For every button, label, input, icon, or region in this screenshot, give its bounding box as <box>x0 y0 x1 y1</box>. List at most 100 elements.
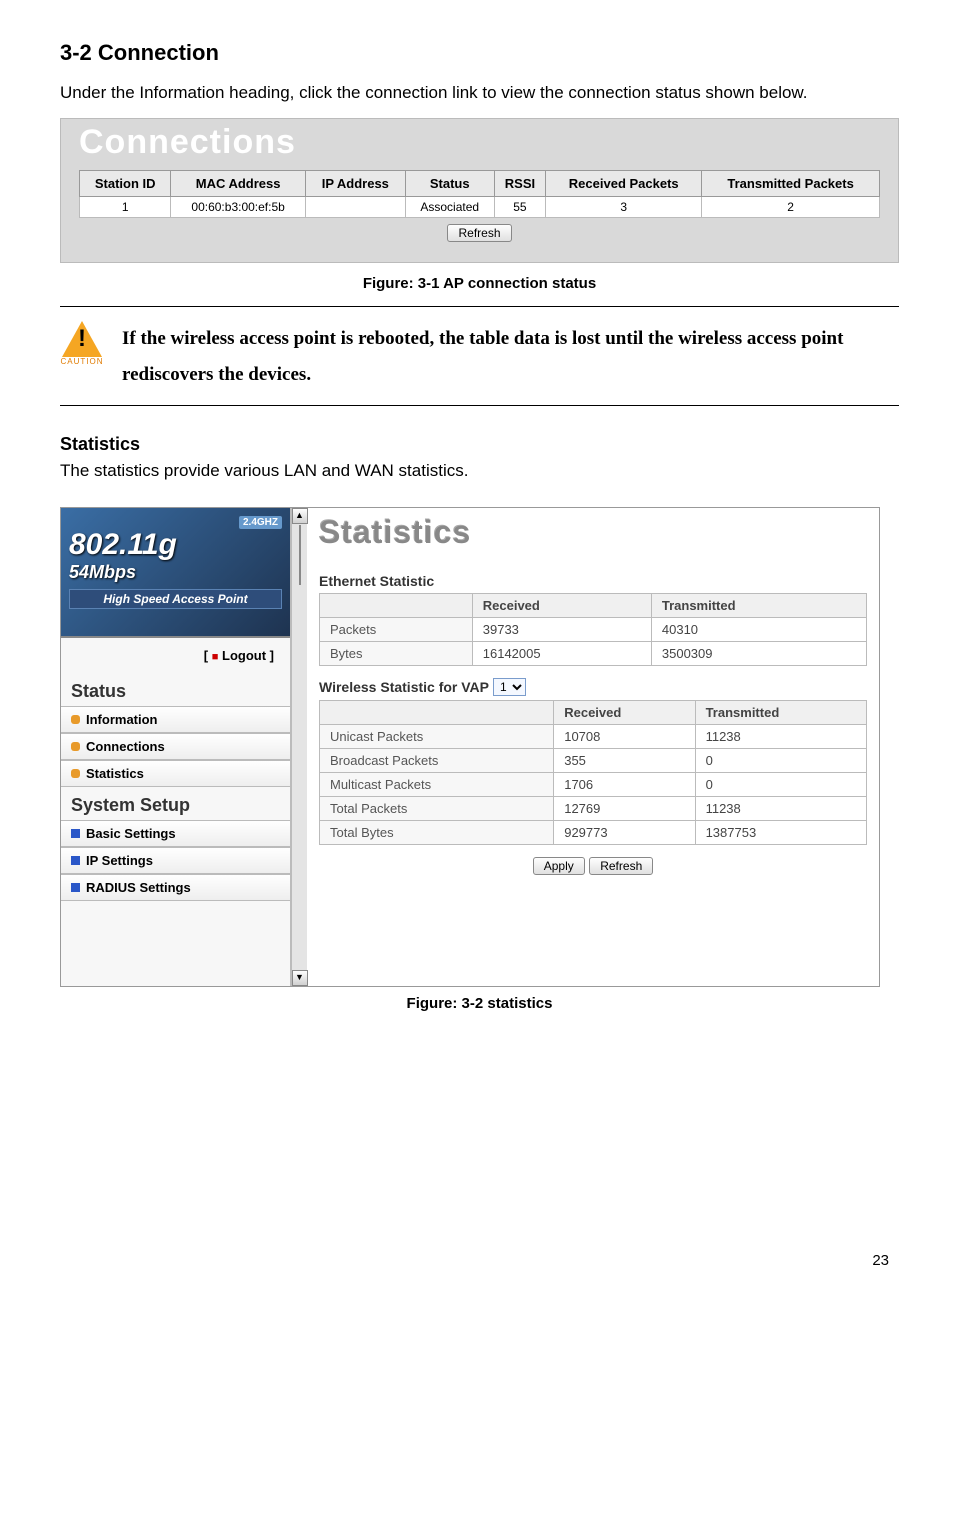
scroll-thumb[interactable] <box>299 525 301 585</box>
col-rx: Received Packets <box>546 171 702 197</box>
cell-rssi: 55 <box>494 197 546 218</box>
cell-tx: 0 <box>695 749 866 773</box>
logout-icon: ■ <box>212 651 219 663</box>
cell-rx: 16142005 <box>472 642 651 666</box>
rate-label: 54Mbps <box>69 562 282 583</box>
cell-status: Associated <box>405 197 494 218</box>
refresh-button[interactable]: Refresh <box>447 224 511 242</box>
scroll-down-icon[interactable]: ▼ <box>292 970 308 986</box>
col-transmitted: Transmitted <box>695 701 866 725</box>
section-intro: Under the Information heading, click the… <box>60 76 899 110</box>
col-transmitted: Transmitted <box>651 594 866 618</box>
cell-rx: 39733 <box>472 618 651 642</box>
bullet-icon <box>71 769 80 778</box>
cell-tx: 11238 <box>695 725 866 749</box>
connections-table: Station ID MAC Address IP Address Status… <box>79 170 880 218</box>
wireless-table: Received Transmitted Unicast Packets1070… <box>319 700 867 845</box>
figure-caption-2: Figure: 3-2 statistics <box>60 995 899 1012</box>
col-mac: MAC Address <box>171 171 305 197</box>
table-row: Total Packets1276911238 <box>320 797 867 821</box>
stats-main-panel: Statistics Ethernet Statistic Received T… <box>307 508 879 986</box>
cell-rx: 929773 <box>554 821 695 845</box>
row-label: Packets <box>320 618 473 642</box>
col-tx: Transmitted Packets <box>702 171 880 197</box>
table-row: 1 00:60:b3:00:ef:5b Associated 55 3 2 <box>80 197 880 218</box>
caution-text: If the wireless access point is rebooted… <box>122 321 899 393</box>
cell-tx: 3500309 <box>651 642 866 666</box>
statistics-screenshot: 2.4GHZ 802.11g 54Mbps High Speed Access … <box>60 507 880 987</box>
row-label: Total Bytes <box>320 821 554 845</box>
sidebar-item-connections[interactable]: Connections <box>61 733 290 760</box>
col-status: Status <box>405 171 494 197</box>
cell-rx: 355 <box>554 749 695 773</box>
stats-main-title: Statistics <box>319 514 867 551</box>
wireless-heading: Wireless Statistic for VAP <box>319 679 489 695</box>
scroll-up-icon[interactable]: ▲ <box>292 508 308 524</box>
sidebar-item-ip-settings[interactable]: IP Settings <box>61 847 290 874</box>
divider <box>60 405 899 406</box>
table-row: Packets 39733 40310 <box>320 618 867 642</box>
router-banner: 2.4GHZ 802.11g 54Mbps High Speed Access … <box>61 508 290 638</box>
ethernet-table: Received Transmitted Packets 39733 40310… <box>319 593 867 666</box>
col-received: Received <box>472 594 651 618</box>
table-header-row: Received Transmitted <box>320 594 867 618</box>
cell-station-id: 1 <box>80 197 171 218</box>
cell-tx: 1387753 <box>695 821 866 845</box>
statistics-intro: The statistics provide various LAN and W… <box>60 461 899 481</box>
bullet-icon <box>71 856 80 865</box>
sidebar-heading-status: Status <box>61 673 290 706</box>
row-label: Unicast Packets <box>320 725 554 749</box>
table-row: Unicast Packets1070811238 <box>320 725 867 749</box>
section-heading: 3-2 Connection <box>60 40 899 66</box>
proto-label: 802.11g <box>69 528 282 562</box>
col-rssi: RSSI <box>494 171 546 197</box>
cell-rx: 12769 <box>554 797 695 821</box>
cell-tx: 0 <box>695 773 866 797</box>
table-row: Bytes 16142005 3500309 <box>320 642 867 666</box>
sidebar: 2.4GHZ 802.11g 54Mbps High Speed Access … <box>61 508 291 986</box>
statistics-heading: Statistics <box>60 434 899 455</box>
row-label: Multicast Packets <box>320 773 554 797</box>
ethernet-heading: Ethernet Statistic <box>319 573 867 589</box>
page-number: 23 <box>60 1252 899 1269</box>
refresh-button[interactable]: Refresh <box>589 857 653 875</box>
table-row: Total Bytes9297731387753 <box>320 821 867 845</box>
sidebar-heading-setup: System Setup <box>61 787 290 820</box>
connections-title: Connections <box>61 119 898 170</box>
bullet-icon <box>71 742 80 751</box>
row-label: Bytes <box>320 642 473 666</box>
cell-tx: 11238 <box>695 797 866 821</box>
bullet-icon <box>71 829 80 838</box>
connections-screenshot: Connections Station ID MAC Address IP Ad… <box>60 118 899 263</box>
sidebar-item-information[interactable]: Information <box>61 706 290 733</box>
cell-rx: 3 <box>546 197 702 218</box>
row-label: Broadcast Packets <box>320 749 554 773</box>
caution-box: ! CAUTION If the wireless access point i… <box>60 307 899 405</box>
sidebar-item-radius-settings[interactable]: RADIUS Settings <box>61 874 290 901</box>
cell-tx: 2 <box>702 197 880 218</box>
table-row: Multicast Packets17060 <box>320 773 867 797</box>
bullet-icon <box>71 715 80 724</box>
logout-link[interactable]: [ ■ Logout ] <box>61 638 290 673</box>
sidebar-scrollbar[interactable]: ▲ ▼ <box>291 508 307 986</box>
apply-button[interactable]: Apply <box>533 857 585 875</box>
table-row: Broadcast Packets3550 <box>320 749 867 773</box>
cell-tx: 40310 <box>651 618 866 642</box>
vap-select[interactable]: 1 <box>493 678 526 696</box>
cell-rx: 10708 <box>554 725 695 749</box>
table-header-row: Received Transmitted <box>320 701 867 725</box>
col-station-id: Station ID <box>80 171 171 197</box>
col-blank <box>320 594 473 618</box>
banner-subtitle: High Speed Access Point <box>69 589 282 609</box>
sidebar-item-basic-settings[interactable]: Basic Settings <box>61 820 290 847</box>
col-ip: IP Address <box>305 171 405 197</box>
caution-icon: ! CAUTION <box>60 321 104 366</box>
ghz-tag: 2.4GHZ <box>239 516 282 529</box>
bullet-icon <box>71 883 80 892</box>
sidebar-item-statistics[interactable]: Statistics <box>61 760 290 787</box>
table-header-row: Station ID MAC Address IP Address Status… <box>80 171 880 197</box>
figure-caption-1: Figure: 3-1 AP connection status <box>60 275 899 292</box>
cell-ip <box>305 197 405 218</box>
row-label: Total Packets <box>320 797 554 821</box>
cell-mac: 00:60:b3:00:ef:5b <box>171 197 305 218</box>
